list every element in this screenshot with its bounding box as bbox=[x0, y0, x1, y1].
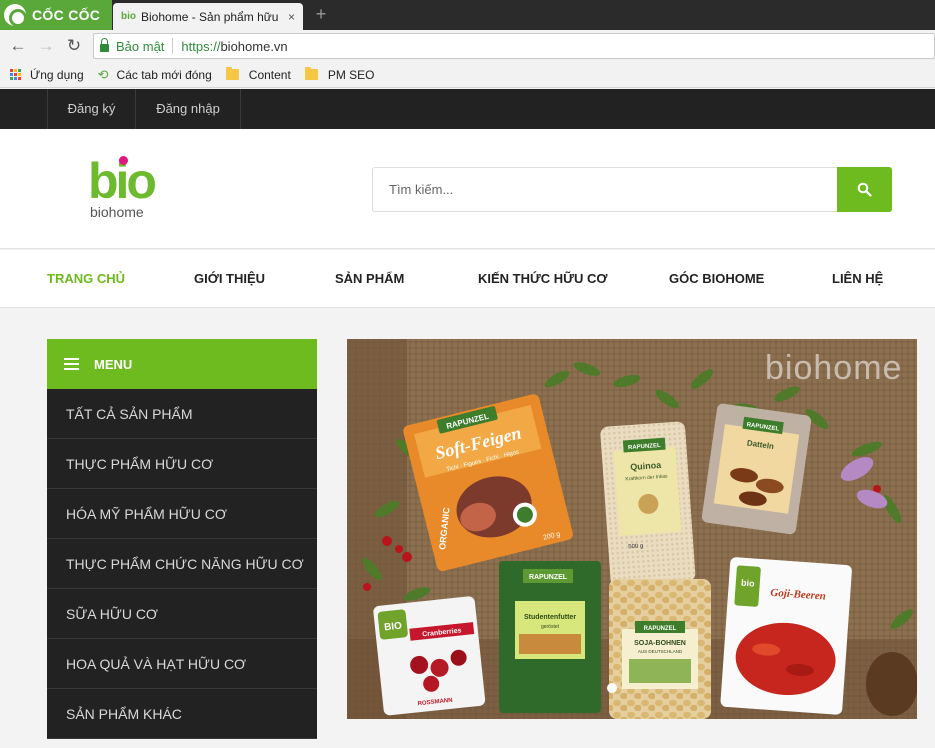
menu-item-organic-food[interactable]: THỰC PHẨM HỮU CƠ bbox=[47, 439, 317, 489]
forward-button[interactable]: → bbox=[34, 34, 58, 58]
product-soybeans: RAPUNZEL SOJA-BOHNEN AUS DEUTSCHLAND bbox=[609, 579, 711, 719]
apps-grid-icon bbox=[10, 68, 22, 81]
reload-button[interactable]: ↻ bbox=[62, 34, 86, 58]
svg-text:RAPUNZEL: RAPUNZEL bbox=[529, 574, 568, 581]
menu-item-organic-cosmetics[interactable]: HÓA MỸ PHẨM HỮU CƠ bbox=[47, 489, 317, 539]
logo-dot bbox=[119, 156, 128, 165]
nav-products[interactable]: SẢN PHẨM bbox=[335, 250, 404, 308]
folder-icon bbox=[225, 67, 239, 80]
folder-icon bbox=[304, 67, 318, 80]
svg-text:bio: bio bbox=[741, 578, 756, 589]
new-tab-button[interactable]: + bbox=[310, 4, 332, 24]
menu-item-other-products[interactable]: SẢN PHẨM KHÁC bbox=[47, 689, 317, 739]
hamburger-icon bbox=[64, 358, 79, 370]
svg-text:RAPUNZEL: RAPUNZEL bbox=[644, 626, 677, 632]
tab-title: Biohome - Sản phẩm hữu bbox=[141, 9, 279, 24]
logo-wordmark: biohome bbox=[90, 204, 144, 220]
site-top-bar: Đăng ký Đăng nhập bbox=[0, 89, 935, 129]
svg-text:BIO: BIO bbox=[384, 621, 403, 634]
history-icon: ⟲ bbox=[97, 66, 109, 82]
bookmark-apps[interactable]: Ứng dụng bbox=[10, 68, 84, 82]
browser-tab-active[interactable]: bio Biohome - Sản phẩm hữu × bbox=[113, 3, 303, 30]
svg-text:SOJA-BOHNEN: SOJA-BOHNEN bbox=[634, 640, 686, 647]
url-host: biohome.vn bbox=[220, 38, 288, 54]
url-scheme: https:// bbox=[181, 38, 221, 54]
product-quinoa: RAPUNZEL Quinoa Kraftkorn der Inkas 500 … bbox=[600, 421, 696, 587]
svg-text:AUS DEUTSCHLAND: AUS DEUTSCHLAND bbox=[638, 649, 683, 654]
menu-item-organic-fruits-nuts[interactable]: HOA QUẢ VÀ HẠT HỮU CƠ bbox=[47, 639, 317, 689]
back-button[interactable]: ← bbox=[6, 34, 30, 58]
product-photo: RAPUNZEL Soft-Feigen Tichi · Figues · Fi… bbox=[347, 339, 917, 719]
bookmark-recent-tabs[interactable]: ⟲ Các tab mới đóng bbox=[98, 67, 212, 83]
hero-banner[interactable]: RAPUNZEL Soft-Feigen Tichi · Figues · Fi… bbox=[347, 339, 917, 719]
nav-home[interactable]: TRANG CHỦ bbox=[47, 250, 125, 308]
svg-text:Studentenfutter: Studentenfutter bbox=[524, 614, 576, 621]
category-menu: TẤT CẢ SẢN PHẨM THỰC PHẨM HỮU CƠ HÓA MỸ … bbox=[47, 389, 317, 739]
bookmark-pm-seo[interactable]: PM SEO bbox=[304, 67, 375, 82]
nav-biohome-corner[interactable]: GÓC BIOHOME bbox=[669, 250, 764, 308]
browser-brand-label: CỐC CỐC bbox=[32, 7, 101, 23]
bookmark-apps-label: Ứng dụng bbox=[30, 67, 84, 82]
browser-tab-bar: CỐC CỐC bio Biohome - Sản phẩm hữu × + bbox=[0, 0, 935, 30]
banner-watermark: biohome bbox=[765, 349, 903, 387]
pinecone bbox=[866, 652, 917, 716]
bookmark-pm-seo-label: PM SEO bbox=[327, 67, 375, 82]
product-dates: RAPUNZEL Datteln bbox=[701, 403, 812, 535]
address-bar[interactable]: Bảo mật https://biohome.vn bbox=[93, 33, 935, 59]
nav-about[interactable]: GIỚI THIỆU bbox=[194, 250, 265, 308]
slider-dot-active[interactable] bbox=[607, 683, 617, 693]
product-goji: bio Goji-Beeren bbox=[720, 557, 852, 715]
bookmark-recent-tabs-label: Các tab mới đóng bbox=[116, 67, 212, 82]
bookmark-content[interactable]: Content bbox=[225, 67, 291, 82]
category-menu-header[interactable]: MENU bbox=[47, 339, 317, 389]
secure-label: Bảo mật bbox=[116, 38, 165, 54]
tab-close-icon[interactable]: × bbox=[288, 10, 295, 24]
search-input[interactable] bbox=[372, 167, 838, 212]
nav-organic-knowledge[interactable]: KIẾN THỨC HỮU CƠ bbox=[478, 250, 607, 308]
url-text: https://biohome.vn bbox=[181, 39, 287, 54]
nav-contact[interactable]: LIÊN HỆ bbox=[832, 250, 883, 308]
menu-item-all-products[interactable]: TẤT CẢ SẢN PHẨM bbox=[47, 389, 317, 439]
browser-brand[interactable]: CỐC CỐC bbox=[0, 0, 112, 30]
bookmarks-bar: Ứng dụng ⟲ Các tab mới đóng Content PM S… bbox=[0, 62, 935, 88]
login-link[interactable]: Đăng nhập bbox=[135, 89, 241, 129]
menu-item-organic-supplements[interactable]: THỰC PHẨM CHỨC NĂNG HỮU CƠ bbox=[47, 539, 317, 589]
menu-item-organic-milk[interactable]: SỮA HỮU CƠ bbox=[47, 589, 317, 639]
product-trail-mix: RAPUNZEL Studentenfutter geröstet bbox=[499, 561, 601, 713]
lock-icon bbox=[100, 38, 109, 52]
address-separator bbox=[172, 38, 174, 54]
svg-text:geröstet: geröstet bbox=[541, 624, 560, 630]
coccoc-logo-icon bbox=[4, 4, 27, 27]
biohome-favicon-icon: bio bbox=[121, 11, 136, 22]
bookmark-content-label: Content bbox=[248, 67, 291, 82]
register-link[interactable]: Đăng ký bbox=[47, 89, 135, 129]
svg-text:500 g: 500 g bbox=[628, 543, 643, 550]
search-button[interactable] bbox=[837, 167, 892, 212]
search-icon bbox=[857, 182, 872, 197]
product-cranberries: BIO Cranberries ROSSMANN bbox=[373, 596, 486, 716]
main-nav: TRANG CHỦ GIỚI THIỆU SẢN PHẨM KIẾN THỨC … bbox=[0, 250, 935, 308]
menu-title: MENU bbox=[94, 356, 133, 372]
biohome-logo[interactable]: bio biohome bbox=[88, 156, 178, 222]
